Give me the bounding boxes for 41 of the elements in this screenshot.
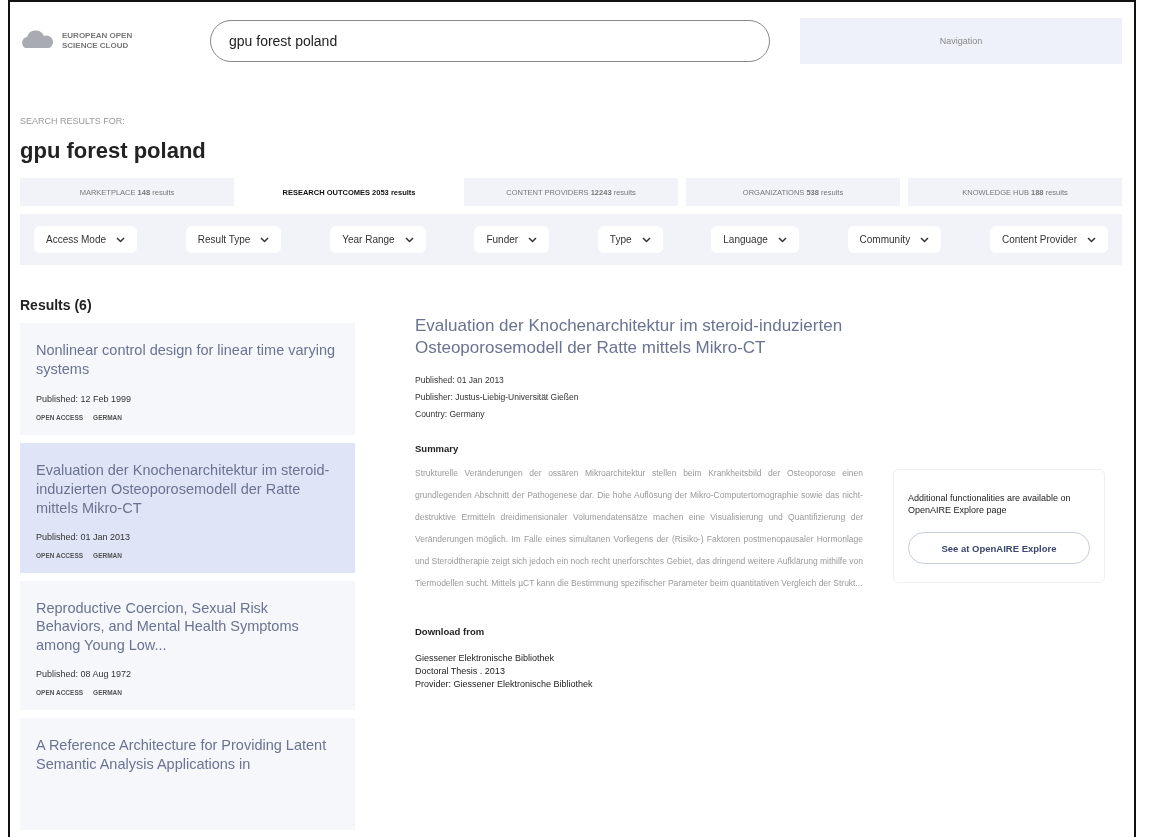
download-heading: Download from xyxy=(415,626,486,638)
query-heading: gpu forest poland xyxy=(20,138,207,164)
info-text: Additional functionalities are available on OpenAIRE Explore page xyxy=(908,492,1072,517)
detail-meta: Publisher: Justus-Liebig-Universität Gießen xyxy=(415,392,580,403)
filter-dropdown[interactable]: Type xyxy=(597,226,663,253)
result-title: A Reference Architecture for Providing Latent Semantic Analysis Applications in xyxy=(36,736,328,774)
filter-dropdown[interactable]: Funder xyxy=(474,226,550,253)
result-title: Reproductive Coercion, Sexual Risk Behaviors, and Mental Health Symptoms among Young Low... xyxy=(36,598,300,656)
filter-dropdown[interactable]: Community xyxy=(847,226,942,253)
caret-icon xyxy=(920,236,930,243)
detail-title: Evaluation der Knochenarchitektur im steroid-induzierten Osteoporosemodell der Ratte mittels Mikro-CT xyxy=(415,315,844,360)
caret-icon xyxy=(777,236,787,243)
caret-icon xyxy=(1086,236,1096,243)
summary-text: Strukturelle Veränderungen der ossären Mikroarchitektur stellen beim Krankheitsbild der Osteoporose einen grundlegenden Abschnitt der Pathogenese dar. Die hohe Auflösung der Mikro-Computertomographie sowie das nicht-destruktive Ermitteln dreidimensionaler Volumendatensätze machen eine Visualisierung und Quantifizierung der Veränderungen möglich. Im Falle eines simultanen Vorliegens der (Risiko-) Faktoren postmenopausaler Hormonlage und Steroidtherapie zeigt sich jedoch ein noch recht unerforschtes Gebiet, das dringend weitere Aufklärung mithilfe von Tiermodellen sucht. Mittels µCT kann die Bestimmung spezifischer Parameter beim quantitativen Vergleich der Strukt... xyxy=(415,467,863,591)
detail-meta: Country: Germany xyxy=(415,409,486,420)
published-date: Published: 12 Feb 1999 xyxy=(36,393,133,404)
caret-icon xyxy=(528,236,538,243)
caret-icon xyxy=(116,236,126,243)
download-info: Giessener Elektronische Bibliothek xyxy=(415,653,556,664)
logo-text: EUROPEAN OPEN SCIENCE CLOUD xyxy=(62,31,134,51)
filter-dropdown[interactable]: Access Mode xyxy=(34,226,138,253)
published-date: Published: 08 Aug 1972 xyxy=(36,668,133,680)
search-results-label: SEARCH RESULTS FOR: xyxy=(20,116,126,126)
detail-meta: Published: 01 Jan 2013 xyxy=(415,375,505,386)
result-card[interactable]: A Reference Architecture for Providing Latent Semantic Analysis Applications in xyxy=(20,718,355,831)
filter-dropdown[interactable]: Language xyxy=(711,226,799,253)
caret-icon xyxy=(641,236,651,243)
download-info: Provider: Giessener Elektronische Bibliothek xyxy=(415,679,594,690)
summary-heading: Summary xyxy=(415,443,460,455)
caret-icon xyxy=(404,236,414,243)
result-title: Evaluation der Knochenarchitektur im steroid-induzierten Osteoporosemodell der Ratte mittels Mikro-CT xyxy=(36,461,331,518)
result-title: Nonlinear control design for linear time varying systems xyxy=(36,341,336,379)
filter-dropdown[interactable]: Content Provider xyxy=(989,226,1108,253)
filter-dropdown[interactable]: Year Range xyxy=(330,226,426,253)
download-info: Doctoral Thesis . 2013 xyxy=(415,666,506,677)
caret-icon xyxy=(260,236,270,243)
filter-dropdown[interactable]: Result Type xyxy=(185,226,282,253)
published-date: Published: 01 Jan 2013 xyxy=(36,530,132,542)
search-field[interactable]: gpu forest poland xyxy=(210,20,770,62)
openaire-button[interactable]: See at OpenAIRE Explore xyxy=(908,532,1090,565)
results-heading: Results (6) xyxy=(20,297,93,313)
